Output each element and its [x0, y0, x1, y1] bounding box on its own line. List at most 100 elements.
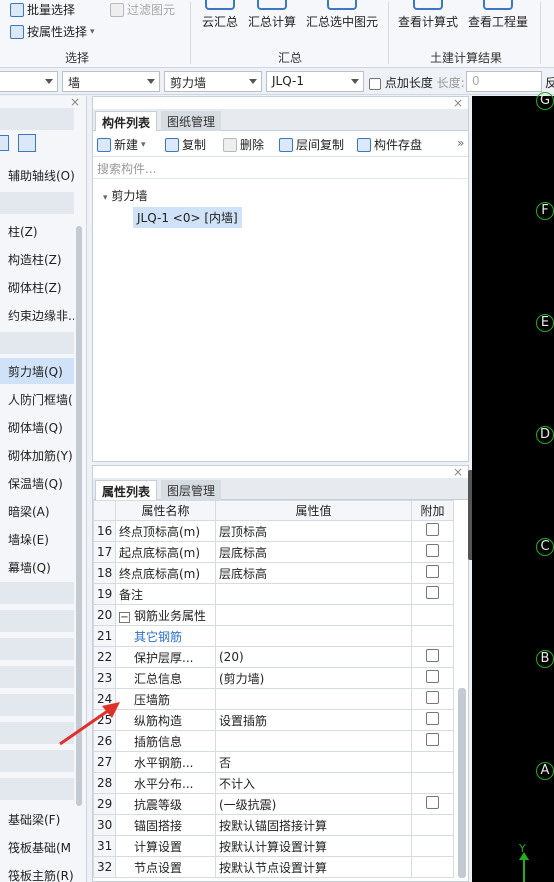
extra-checkbox[interactable] [426, 523, 439, 536]
point-length-option[interactable]: 点加长度 长度: [369, 74, 465, 91]
save-component-button[interactable]: 构件存盘 [357, 136, 422, 153]
property-value[interactable]: 不计入 [215, 772, 412, 794]
tree-item-jlq1[interactable]: JLQ-1 <0> [内墙] [133, 207, 242, 228]
property-scrollbar[interactable] [458, 688, 466, 878]
sum-selected-button[interactable]: 汇总选中图元 [303, 0, 381, 30]
point-length-checkbox[interactable] [369, 77, 381, 90]
length-input[interactable]: 0 [466, 71, 542, 92]
property-row[interactable]: 17 起点底标高(m) 层底标高 [93, 541, 454, 563]
nav-item[interactable]: 砌体柱(Z) [0, 274, 74, 300]
property-row[interactable]: 23 汇总信息 (剪力墙) [93, 667, 454, 689]
nav-item[interactable]: 人防门框墙( [0, 386, 74, 412]
extra-checkbox[interactable] [426, 733, 439, 746]
property-row[interactable]: 28 水平分布... 不计入 [93, 772, 454, 794]
close-icon[interactable]: × [453, 466, 463, 479]
property-row[interactable]: 20− 钢筋业务属性 [93, 604, 454, 626]
delete-button[interactable]: 删除 [223, 136, 264, 153]
property-row[interactable]: 22 保护层厚... (20) [93, 646, 454, 668]
property-row[interactable]: 18 终点底标高(m) 层底标高 [93, 562, 454, 584]
property-row[interactable]: 30 锚固搭接 按默认锚固搭接计算 [93, 814, 454, 836]
tab-layer-manage[interactable]: 图层管理 [161, 480, 222, 500]
property-row[interactable]: 25 纵筋构造 设置插筋 [93, 709, 454, 731]
property-value[interactable]: 层底标高 [215, 562, 412, 584]
sum-calc-button[interactable]: 汇总计算 [246, 0, 298, 30]
view-formula-button[interactable]: 查看计算式 [396, 0, 460, 30]
property-value[interactable] [215, 604, 412, 626]
floor-select[interactable] [0, 71, 58, 92]
extra-checkbox[interactable] [426, 712, 439, 725]
property-value[interactable]: 层顶标高 [215, 520, 412, 542]
nav-item[interactable]: 构造柱(Z) [0, 246, 74, 272]
floor-copy-button[interactable]: 层间复制 [279, 136, 344, 153]
drawing-canvas[interactable]: G F E D C B A Y [472, 92, 554, 882]
property-row[interactable]: 21 其它钢筋 [93, 625, 454, 647]
attr-select-button[interactable]: 按属性选择 ▾ [10, 23, 95, 40]
nav-item[interactable]: 筏板基础(M [0, 834, 74, 860]
copy-button[interactable]: 复制 [165, 136, 206, 153]
nav-item[interactable]: 幕墙(Q) [0, 554, 74, 580]
category-select[interactable]: 墙 [62, 71, 160, 92]
collapse-icon[interactable]: − [119, 611, 130, 623]
cloud-sum-button[interactable]: 云汇总 [200, 0, 240, 30]
property-value[interactable] [215, 583, 412, 605]
nav-item[interactable]: 基础梁(F) [0, 806, 74, 832]
property-value[interactable]: 层底标高 [215, 541, 412, 563]
nav-item[interactable]: 砌体加筋(Y) [0, 442, 74, 468]
property-name: 起点底标高(m) [115, 541, 216, 563]
property-value[interactable]: 设置插筋 [215, 709, 412, 731]
nav-item[interactable]: 砌体墙(Q) [0, 414, 74, 440]
expand-icon[interactable]: ▾ [103, 193, 108, 203]
property-value[interactable]: 按默认锚固搭接计算 [215, 814, 412, 836]
type-select[interactable]: 剪力墙 [164, 71, 262, 92]
property-value[interactable] [215, 625, 412, 647]
property-name: 保护层厚... [115, 646, 216, 668]
property-row[interactable]: 19 备注 [93, 583, 454, 605]
property-value[interactable]: (一级抗震) [215, 793, 412, 815]
filter-button[interactable]: 过滤图元 [110, 1, 175, 18]
nav-item[interactable]: 暗梁(A) [0, 498, 74, 524]
extra-checkbox[interactable] [426, 544, 439, 557]
property-value[interactable]: 按默认计算设置计算 [215, 835, 412, 857]
property-value[interactable]: 否 [215, 751, 412, 773]
nav-item[interactable]: 柱(Z) [0, 218, 74, 244]
tab-drawing-manage[interactable]: 图纸管理 [161, 111, 222, 131]
tab-property-list[interactable]: 属性列表 [95, 480, 158, 500]
property-row[interactable]: 16 终点顶标高(m) 层顶标高 [93, 520, 454, 542]
property-value[interactable]: (剪力墙) [215, 667, 412, 689]
new-button[interactable]: 新建 ▾ [97, 136, 146, 153]
tab-component-list[interactable]: 构件列表 [95, 111, 158, 131]
list-view-icon[interactable] [0, 135, 9, 151]
property-row[interactable]: 27 水平钢筋... 否 [93, 751, 454, 773]
nav-item[interactable]: 筏板主筋(R) [0, 862, 74, 882]
property-row[interactable]: 26 插筋信息 [93, 730, 454, 752]
extra-checkbox[interactable] [426, 670, 439, 683]
tree-root-shear-wall[interactable]: ▾ 剪力墙 [103, 187, 147, 204]
extra-checkbox[interactable] [426, 649, 439, 662]
property-value[interactable]: (20) [215, 646, 412, 668]
nav-item[interactable]: 辅助轴线(O) [0, 162, 74, 188]
property-value[interactable]: 按默认节点设置计算 [215, 856, 412, 878]
property-row[interactable]: 24 压墙筋 [93, 688, 454, 710]
nav-item[interactable]: 墙垛(E) [0, 526, 74, 552]
extra-checkbox[interactable] [426, 586, 439, 599]
property-row[interactable]: 32 节点设置 按默认节点设置计算 [93, 856, 454, 878]
property-row[interactable]: 31 计算设置 按默认计算设置计算 [93, 835, 454, 857]
extra-checkbox[interactable] [426, 691, 439, 704]
nav-item[interactable]: 约束边缘非... [0, 302, 74, 328]
reverse-option[interactable]: 反 [545, 74, 554, 91]
batch-select-button[interactable]: 批量选择 [10, 1, 75, 18]
component-search[interactable]: 搜索构件... [93, 157, 468, 179]
property-row[interactable]: 29 抗震等级 (一级抗震) [93, 793, 454, 815]
detail-view-icon[interactable] [18, 134, 36, 152]
extra-checkbox[interactable] [426, 796, 439, 809]
nav-item-shear-wall[interactable]: 剪力墙(Q) [0, 358, 74, 384]
property-value[interactable] [215, 688, 412, 710]
close-icon[interactable]: × [453, 96, 463, 110]
nav-item[interactable]: 保温墙(Q) [0, 470, 74, 496]
property-value[interactable] [215, 730, 412, 752]
component-select[interactable]: JLQ-1 [266, 71, 364, 92]
extra-checkbox[interactable] [426, 565, 439, 578]
more-icon[interactable]: » [457, 136, 464, 150]
view-quantity-button[interactable]: 查看工程量 [466, 0, 530, 30]
col-name-header: 属性名称 [115, 500, 216, 521]
